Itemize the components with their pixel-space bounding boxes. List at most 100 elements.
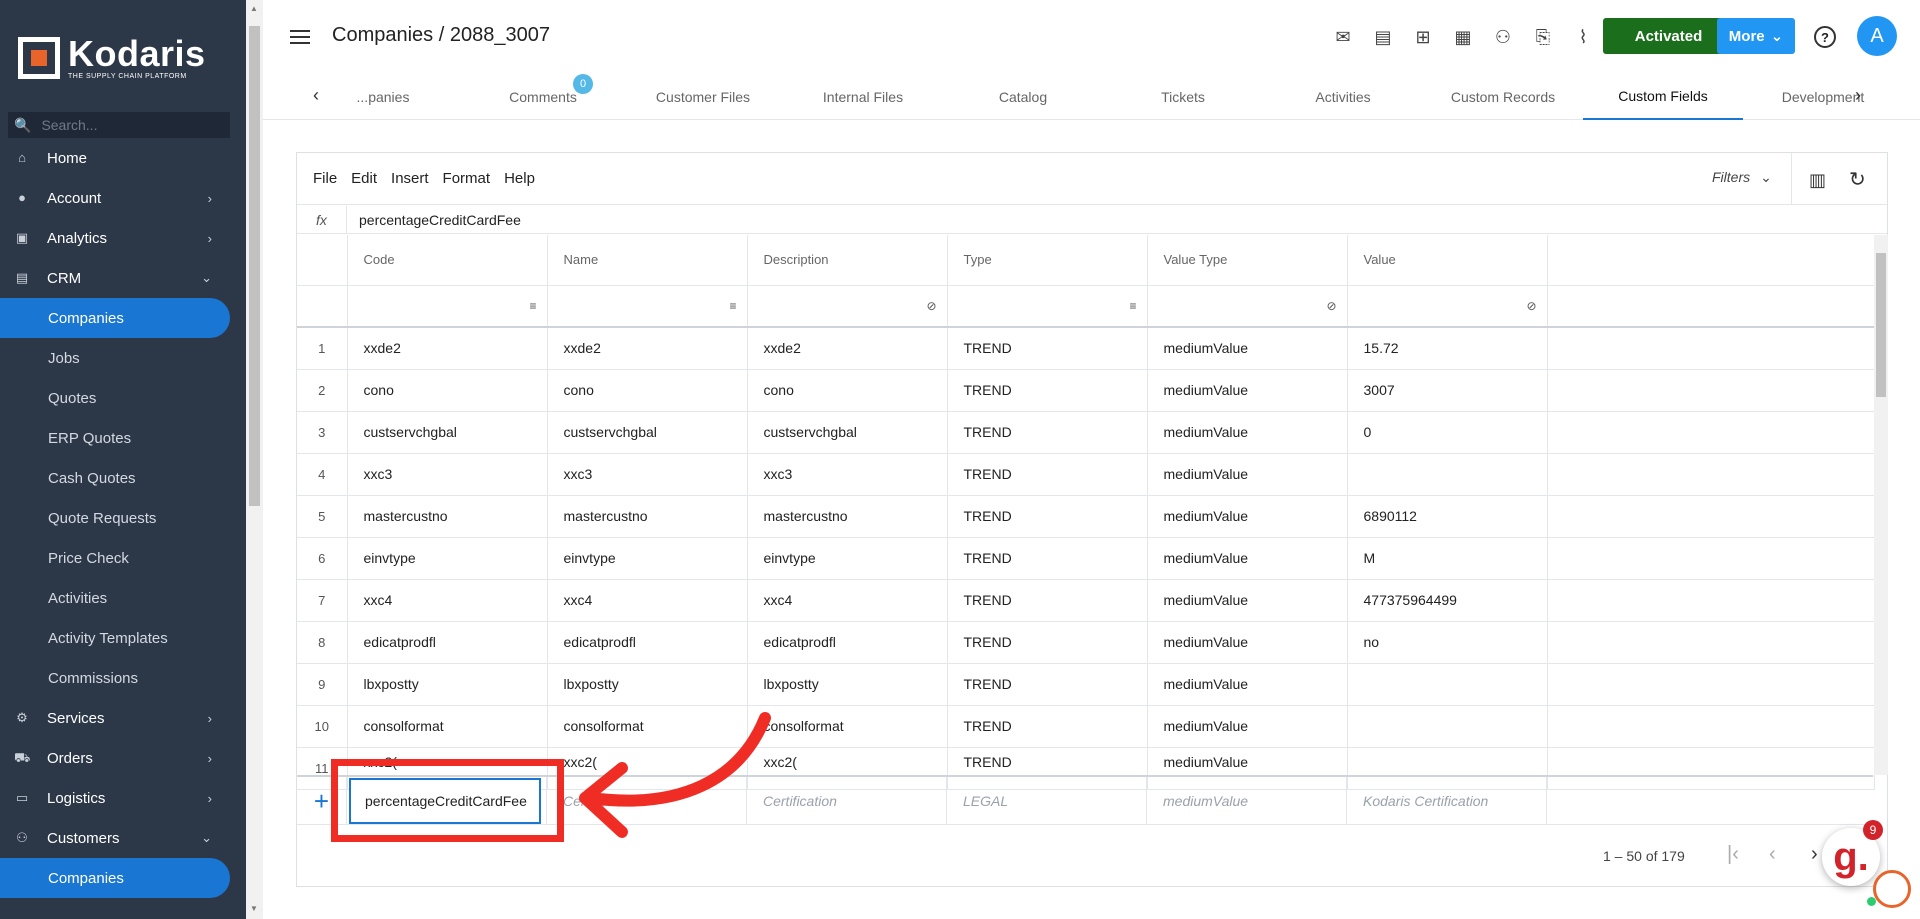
chat-icon[interactable] bbox=[1873, 870, 1911, 908]
tab--panies[interactable]: ...panies bbox=[303, 74, 463, 120]
tab-activities[interactable]: Activities bbox=[1263, 74, 1423, 120]
cell-name[interactable]: custservchgbal bbox=[547, 411, 748, 454]
cell-name[interactable]: xxc4 bbox=[547, 579, 748, 622]
cell-type[interactable]: TREND bbox=[947, 327, 1148, 370]
cell-value[interactable] bbox=[1347, 453, 1548, 496]
cell-type[interactable]: TREND bbox=[947, 663, 1148, 706]
activated-button[interactable]: Activated bbox=[1603, 18, 1734, 54]
column-header-type[interactable]: Type bbox=[947, 235, 1148, 286]
next-page-icon[interactable]: › bbox=[1811, 843, 1818, 866]
cell-value[interactable]: 0 bbox=[1347, 411, 1548, 454]
more-button[interactable]: More ⌄ bbox=[1717, 18, 1795, 54]
new-row-value-type-cell[interactable]: mediumValue bbox=[1147, 776, 1347, 825]
refresh-icon[interactable]: ↻ bbox=[1849, 167, 1866, 192]
formula-value[interactable]: percentageCreditCardFee bbox=[347, 212, 521, 228]
sidebar-item-quotes[interactable]: Quotes bbox=[0, 378, 230, 418]
table-row[interactable]: 9 lbxpostty lbxpostty lbxpostty TREND mediumV… bbox=[297, 663, 1875, 706]
filter-icon[interactable]: ≡ bbox=[523, 299, 536, 313]
cell-desc[interactable]: cono bbox=[747, 369, 948, 412]
cell-desc[interactable]: edicatprodfl bbox=[747, 621, 948, 664]
cell-name[interactable]: xxde2 bbox=[547, 327, 748, 370]
cell-code[interactable]: edicatprodfl bbox=[347, 621, 548, 664]
sidebar-item-companies[interactable]: Companies bbox=[0, 298, 230, 338]
cell-vtype[interactable]: mediumValue bbox=[1147, 453, 1348, 496]
filter-off-icon[interactable]: ⊘ bbox=[1523, 299, 1536, 313]
table-row[interactable]: 7 xxc4 xxc4 xxc4 TREND mediumValue 47737596449… bbox=[297, 579, 1875, 622]
cell-value[interactable]: 477375964499 bbox=[1347, 579, 1548, 622]
filter-icon[interactable]: ≡ bbox=[723, 299, 736, 313]
new-row-type-cell[interactable]: LEGAL bbox=[947, 776, 1147, 825]
building-icon[interactable]: ▦ bbox=[1443, 25, 1483, 49]
cell-type[interactable]: TREND bbox=[947, 579, 1148, 622]
column-header-description[interactable]: Description bbox=[747, 235, 948, 286]
sidebar-item-jobs[interactable]: Jobs bbox=[0, 338, 230, 378]
cell-vtype[interactable]: mediumValue bbox=[1147, 327, 1348, 370]
cell-value[interactable]: M bbox=[1347, 537, 1548, 580]
cell-type[interactable]: TREND bbox=[947, 621, 1148, 664]
tab-custom-records[interactable]: Custom Records bbox=[1423, 74, 1583, 120]
column-header-name[interactable]: Name bbox=[547, 235, 748, 286]
cell-value[interactable]: 3007 bbox=[1347, 369, 1548, 412]
cell-code[interactable]: einvtype bbox=[347, 537, 548, 580]
cell-code[interactable]: cono bbox=[347, 369, 548, 412]
payment-icon[interactable]: ▤ bbox=[1363, 25, 1403, 49]
column-header-value[interactable]: Value bbox=[1347, 235, 1548, 286]
sidebar-item-account[interactable]: ● Account › bbox=[0, 178, 230, 218]
table-row[interactable]: 1 xxde2 xxde2 xxde2 TREND mediumValue 15.72 bbox=[297, 327, 1875, 370]
filter-icon[interactable]: ≡ bbox=[1123, 299, 1136, 313]
kodaris-logo[interactable]: Kodaris THE SUPPLY CHAIN PLATFORM bbox=[18, 36, 206, 80]
sidebar-item-companies[interactable]: Companies bbox=[0, 858, 230, 898]
sidebar-item-activities[interactable]: Activities bbox=[0, 578, 230, 618]
sidebar-item-activity-templates[interactable]: Activity Templates bbox=[0, 618, 230, 658]
avatar[interactable]: A bbox=[1857, 16, 1897, 56]
cell-name[interactable]: mastercustno bbox=[547, 495, 748, 538]
cell-value[interactable]: 15.72 bbox=[1347, 327, 1548, 370]
cell-desc[interactable]: lbxpostty bbox=[747, 663, 948, 706]
cell-value[interactable] bbox=[1347, 705, 1548, 748]
sidebar-item-orders[interactable]: ⛟ Orders › bbox=[0, 738, 230, 778]
column-header-code[interactable]: Code bbox=[347, 235, 548, 286]
tabs-scroll-right-icon[interactable]: › bbox=[1855, 85, 1861, 106]
sidebar-item-home[interactable]: ⌂ Home bbox=[0, 138, 230, 178]
menu-help[interactable]: Help bbox=[504, 170, 535, 187]
tab-comments[interactable]: Comments 0 bbox=[463, 74, 623, 120]
add-person-icon[interactable]: ⚇ bbox=[1483, 25, 1523, 49]
table-row[interactable]: 4 xxc3 xxc3 xxc3 TREND mediumValue bbox=[297, 453, 1875, 496]
table-row[interactable]: 10 consolformat consolformat consolformat TR… bbox=[297, 705, 1875, 748]
table-row[interactable]: 2 cono cono cono TREND mediumValue 3007 bbox=[297, 369, 1875, 412]
tab-tickets[interactable]: Tickets bbox=[1103, 74, 1263, 120]
tab-internal-files[interactable]: Internal Files bbox=[783, 74, 943, 120]
cell-desc[interactable]: xxde2 bbox=[747, 327, 948, 370]
new-row-value-cell[interactable]: Kodaris Certification bbox=[1347, 776, 1547, 825]
cell-desc[interactable]: mastercustno bbox=[747, 495, 948, 538]
cell-vtype[interactable]: mediumValue bbox=[1147, 537, 1348, 580]
cell-vtype[interactable]: mediumValue bbox=[1147, 495, 1348, 538]
table-row[interactable]: 5 mastercustno mastercustno mastercustno TRE… bbox=[297, 495, 1875, 538]
cell-desc[interactable]: custservchgbal bbox=[747, 411, 948, 454]
cell-vtype[interactable]: mediumValue bbox=[1147, 705, 1348, 748]
cell-code[interactable]: consolformat bbox=[347, 705, 548, 748]
sidebar-item-quote-requests[interactable]: Quote Requests bbox=[0, 498, 230, 538]
sidebar-item-cash-quotes[interactable]: Cash Quotes bbox=[0, 458, 230, 498]
cell-name[interactable]: xxc3 bbox=[547, 453, 748, 496]
scroll-down-icon[interactable]: ▼ bbox=[250, 904, 258, 913]
cell-code[interactable]: custservchgbal bbox=[347, 411, 548, 454]
table-row[interactable]: 6 einvtype einvtype einvtype TREND mediumValu… bbox=[297, 537, 1875, 580]
menu-file[interactable]: File bbox=[313, 170, 337, 187]
cell-code[interactable]: lbxpostty bbox=[347, 663, 548, 706]
gift-icon[interactable]: ⊞ bbox=[1403, 25, 1443, 49]
filter-off-icon[interactable]: ⊘ bbox=[1323, 299, 1336, 313]
cell-vtype[interactable]: mediumValue bbox=[1147, 369, 1348, 412]
first-page-icon[interactable]: |‹ bbox=[1727, 843, 1739, 866]
help-icon[interactable]: ? bbox=[1814, 26, 1836, 48]
cell-type[interactable]: TREND bbox=[947, 705, 1148, 748]
cell-type[interactable]: TREND bbox=[947, 537, 1148, 580]
cell-code[interactable]: xxc3 bbox=[347, 453, 548, 496]
scrollbar-thumb[interactable] bbox=[1876, 253, 1886, 397]
cell-value[interactable]: 6890112 bbox=[1347, 495, 1548, 538]
attachment-icon[interactable]: ⌇ bbox=[1563, 25, 1603, 49]
cell-desc[interactable]: einvtype bbox=[747, 537, 948, 580]
table-row[interactable]: 8 edicatprodfl edicatprodfl edicatprodfl TRE… bbox=[297, 621, 1875, 664]
cell-type[interactable]: TREND bbox=[947, 453, 1148, 496]
cell-code[interactable]: mastercustno bbox=[347, 495, 548, 538]
